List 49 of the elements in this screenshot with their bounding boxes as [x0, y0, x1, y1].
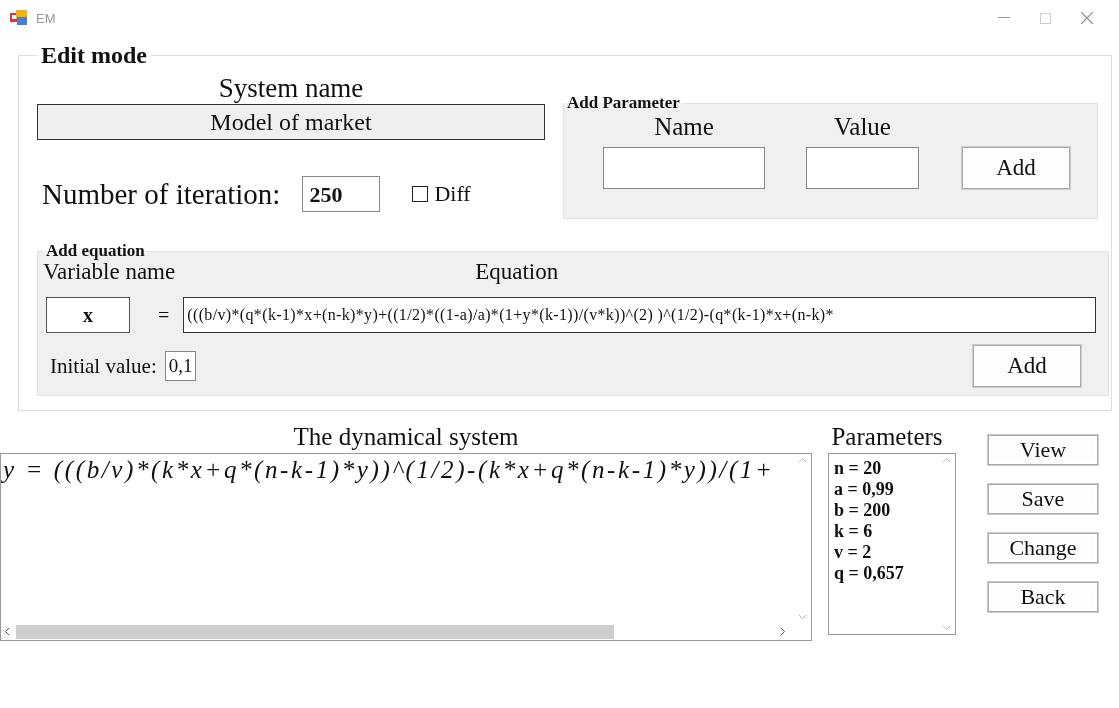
add-equation-button[interactable]: Add [973, 345, 1081, 387]
group-title: Add equation [45, 241, 146, 261]
equals-sign: = [158, 303, 170, 327]
app-icon [10, 10, 28, 26]
equation-label: Equation [475, 259, 559, 285]
dynamical-system-textarea[interactable]: y = (((b/v)*(k*x+q*(n-k-1)*y))^(1/2)-(k*x+q*(n-k-1)*y))/(1+ [0, 453, 812, 641]
diff-checkbox[interactable] [412, 186, 429, 202]
group-title: Add Parameter [566, 93, 681, 113]
parameter-name-field[interactable] [603, 147, 765, 189]
parameter-item[interactable]: a = 0,99 [834, 479, 938, 500]
add-parameter-button[interactable]: Add [962, 147, 1070, 189]
parameters-list[interactable]: n = 20 a = 0,99 b = 200 k = 6 v = 2 q = 0,657 [828, 453, 956, 635]
scroll-up-icon[interactable] [798, 457, 807, 463]
name-label: Name [653, 113, 715, 141]
maximize-icon[interactable] [1040, 12, 1051, 24]
value-label: Value [833, 113, 892, 141]
action-button[interactable]: Back [988, 582, 1098, 612]
scroll-down-icon[interactable] [942, 625, 951, 631]
scroll-down-icon[interactable] [798, 614, 807, 620]
action-button[interactable]: View [988, 435, 1098, 465]
variable-name-label: Variable name [43, 259, 176, 285]
window-title: EM [36, 10, 56, 26]
scroll-right-icon[interactable] [780, 627, 786, 636]
initial-value-field[interactable]: 0,1 [164, 351, 197, 381]
parameter-item[interactable]: b = 200 [834, 500, 938, 521]
iterations-field[interactable]: 250 [302, 176, 381, 212]
iterations-label: Number of iteration: [42, 177, 281, 211]
scroll-left-icon[interactable] [4, 627, 10, 636]
close-icon[interactable] [1081, 12, 1093, 24]
scrollbar-thumb[interactable] [16, 624, 614, 639]
system-name-field[interactable]: Model of market [37, 104, 545, 140]
parameters-title: Parameters [830, 423, 944, 452]
group-title: Edit mode [40, 42, 148, 69]
parameter-item[interactable]: n = 20 [834, 458, 938, 479]
parameter-value-field[interactable] [806, 147, 919, 189]
equation-field[interactable]: (((b/v)*(q*(k-1)*x+(n-k)*y)+((1/2)*((1-a)/a)*(1+y*(k-1))/(v*k))^(2) )^(1/2)-(q*(k-1)*x+(n-k)* [183, 297, 1096, 333]
scroll-up-icon[interactable] [942, 457, 951, 463]
action-button[interactable]: Change [988, 533, 1098, 563]
equation-line: y = (((b/v)*(k*x+q*(n-k-1)*y))^(1/2)-(k*x+q*(n-k-1)*y))/(1+ [3, 456, 776, 484]
parameter-item[interactable]: v = 2 [834, 542, 938, 563]
variable-name-field[interactable]: x [46, 297, 130, 333]
parameter-item[interactable]: k = 6 [834, 521, 938, 542]
minimize-icon[interactable] [998, 17, 1010, 19]
system-name-label: System name [217, 73, 365, 104]
initial-value-label: Initial value: [50, 353, 157, 379]
parameter-item[interactable]: q = 0,657 [834, 563, 938, 584]
dynamical-system-title: The dynamical system [292, 423, 520, 452]
diff-label: Diff [434, 181, 471, 207]
action-button[interactable]: Save [988, 484, 1098, 514]
